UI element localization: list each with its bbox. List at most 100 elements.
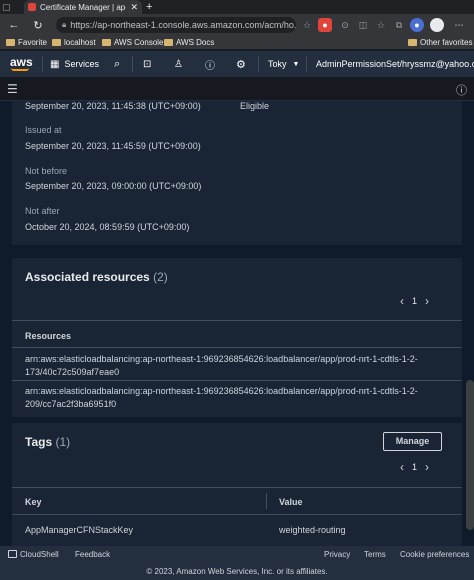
close-tab-icon[interactable]: ✕ — [130, 2, 138, 13]
bookmark-localhost[interactable]: localhost — [52, 38, 96, 47]
folder-icon — [6, 39, 15, 46]
not-before-value: September 20, 2023, 09:00:00 (UTC+09:00) — [25, 181, 202, 191]
divider — [12, 320, 462, 321]
table-row: arn:aws:elasticloadbalancing:ap-northeas… — [25, 385, 455, 411]
tags-heading: Tags (1) — [25, 435, 71, 449]
service-subbar: ☰ ⓘ — [0, 77, 474, 101]
resource-arn-cont: 173/40c72c509af7eae0 — [25, 367, 120, 377]
url-text: https://ap-northeast-1.console.aws.amazo… — [70, 20, 296, 30]
not-before-label: Not before — [25, 166, 68, 176]
extension-icon[interactable]: ● — [318, 18, 332, 32]
chevron-right-icon[interactable]: › — [425, 294, 429, 308]
header-divider — [258, 56, 259, 72]
address-bar[interactable]: 🔒︎ https://ap-northeast-1.console.aws.am… — [56, 17, 296, 33]
favorites-icon[interactable]: ☆ — [374, 18, 388, 32]
info-icon[interactable]: ⓘ — [456, 82, 467, 98]
profile-avatar[interactable] — [430, 18, 444, 32]
page-scrollbar[interactable] — [466, 380, 474, 530]
resource-arn-cont: 209/cc7ac2f3ba6951f0 — [25, 399, 117, 409]
page-number[interactable]: 1 — [412, 296, 417, 306]
bookmark-aws-console[interactable]: AWS Console — [102, 38, 164, 47]
folder-icon — [52, 39, 61, 46]
bookmark-aws-docs[interactable]: AWS Docs — [164, 38, 214, 47]
tags-count: (1) — [55, 435, 71, 449]
bookmark-other-favorites[interactable]: Other favorites — [408, 38, 472, 47]
notifications-icon[interactable]: ♙ — [174, 51, 183, 77]
certificate-details-panel: September 20, 2023, 11:45:38 (UTC+09:00)… — [12, 101, 462, 245]
folder-icon — [102, 39, 111, 46]
associated-resources-count: (2) — [153, 270, 168, 284]
star-icon[interactable]: ☆ — [300, 18, 314, 32]
more-icon[interactable]: ⋯ — [452, 18, 466, 32]
cloudshell-icon[interactable]: ⊡ — [143, 51, 151, 77]
resources-column-header[interactable]: Resources — [25, 331, 71, 341]
reload-icon[interactable]: ↻ — [30, 19, 46, 32]
browser-tab[interactable]: Certificate Manager | ap-n ✕ — [24, 0, 142, 14]
copyright-text: © 2023, Amazon Web Services, Inc. or its… — [0, 564, 474, 580]
bookmarks-bar: Favorite localhost AWS Console AWS Docs … — [0, 36, 474, 50]
associated-resources-panel: Associated resources (2) ‹ 1 › Resources… — [12, 258, 462, 417]
bookmark-favorite[interactable]: Favorite — [6, 38, 47, 47]
tab-favicon-icon — [28, 3, 36, 11]
collections-icon[interactable]: ⧉ — [392, 18, 406, 32]
column-divider — [266, 493, 267, 509]
resource-arn: arn:aws:elasticloadbalancing:ap-northeas… — [25, 386, 418, 396]
table-row: arn:aws:elasticloadbalancing:ap-northeas… — [25, 353, 455, 379]
associated-resources-heading: Associated resources (2) — [25, 270, 168, 284]
divider — [12, 487, 462, 488]
partial-date-value: September 20, 2023, 11:45:38 (UTC+09:00) — [25, 101, 201, 111]
renewal-eligibility-value: Eligible — [240, 101, 270, 111]
folder-icon — [408, 39, 417, 46]
split-screen-icon[interactable]: ◫ — [356, 18, 370, 32]
header-divider — [132, 56, 133, 72]
divider — [12, 514, 462, 515]
folder-icon — [164, 39, 173, 46]
account-menu[interactable]: AdminPermissionSet/hryssmz@yahoo.c — [316, 51, 474, 77]
header-divider — [42, 56, 43, 72]
hamburger-menu-icon[interactable]: ☰ — [7, 82, 18, 96]
services-menu[interactable]: ▦ Services — [50, 51, 99, 77]
tag-key-cell: AppManagerCFNStackKey — [25, 525, 134, 535]
aws-logo-smile — [11, 68, 29, 71]
issued-at-value: September 20, 2023, 11:45:59 (UTC+09:00) — [25, 141, 201, 151]
tab-title: Certificate Manager | ap-n — [40, 2, 127, 12]
back-icon[interactable]: ← — [6, 19, 22, 31]
not-after-label: Not after — [25, 206, 60, 216]
main-content: September 20, 2023, 11:45:38 (UTC+09:00)… — [0, 101, 474, 546]
terms-link[interactable]: Terms — [364, 550, 386, 559]
aws-console-header: aws ▦ Services ⌕ ⊡ ♙ ⓘ ⚙ Toky ▼ AdminPer… — [0, 51, 474, 77]
manage-tags-button[interactable]: Manage — [383, 432, 442, 451]
divider — [12, 380, 462, 381]
console-footer: CloudShell Feedback Privacy Terms Cookie… — [0, 546, 474, 564]
help-icon[interactable]: ⓘ — [205, 51, 215, 77]
browser-tab-bar: ▢ Certificate Manager | ap-n ✕ + — [0, 0, 474, 14]
chevron-right-icon[interactable]: › — [425, 460, 429, 474]
settings-gear-icon[interactable]: ⚙ — [236, 51, 246, 77]
divider — [12, 347, 462, 348]
feedback-link[interactable]: Feedback — [75, 550, 110, 559]
chevron-left-icon[interactable]: ‹ — [400, 460, 404, 474]
tags-panel: Tags (1) Manage ‹ 1 › Key Value AppManag… — [12, 423, 462, 546]
resource-arn: arn:aws:elasticloadbalancing:ap-northeas… — [25, 354, 418, 364]
page-number[interactable]: 1 — [412, 462, 417, 472]
browser-toolbar: ← ↻ 🔒︎ https://ap-northeast-1.console.aw… — [0, 14, 474, 36]
chevron-left-icon[interactable]: ‹ — [400, 294, 404, 308]
cookie-preferences-link[interactable]: Cookie preferences — [400, 550, 469, 559]
region-selector[interactable]: Toky ▼ — [268, 51, 299, 77]
extension-icon[interactable]: ⊙ — [338, 18, 352, 32]
extension-icon[interactable]: ● — [410, 18, 424, 32]
associated-pagination: ‹ 1 › — [392, 294, 437, 308]
value-column-header[interactable]: Value — [279, 497, 303, 507]
grid-icon: ▦ — [50, 58, 60, 70]
header-divider — [306, 56, 307, 72]
key-column-header[interactable]: Key — [25, 497, 42, 507]
new-tab-icon[interactable]: + — [146, 0, 152, 14]
tag-value-cell: weighted-routing — [279, 525, 346, 535]
privacy-link[interactable]: Privacy — [324, 550, 350, 559]
issued-at-label: Issued at — [25, 125, 62, 135]
cloudshell-button[interactable]: CloudShell — [8, 550, 59, 559]
window-menu-icon[interactable]: ▢ — [2, 0, 11, 14]
caret-down-icon: ▼ — [292, 60, 300, 68]
search-icon[interactable]: ⌕ — [114, 51, 120, 77]
aws-logo[interactable]: aws — [10, 55, 33, 69]
